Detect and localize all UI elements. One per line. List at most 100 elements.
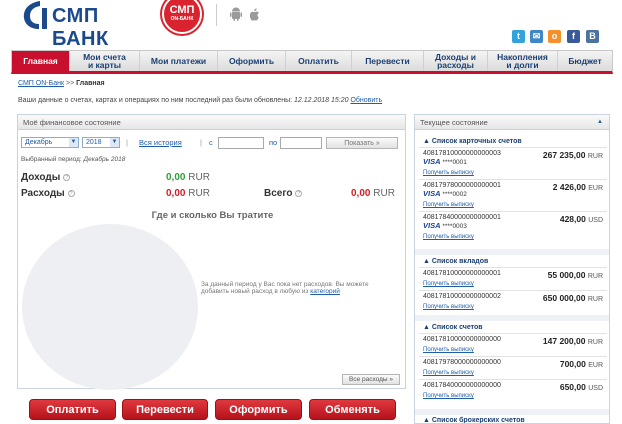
nav-savings-debts[interactable]: Накопления и долги [488,51,558,71]
mail-icon[interactable]: ✉ [530,30,543,43]
odnoklassniki-icon[interactable]: о [548,30,561,43]
bank-logo[interactable]: СМП БАНК [22,0,142,50]
deposits-section: ▲ Список вкладов 40817810000000000001 55… [419,256,607,313]
list-item: 40817810000000000001 55 000,00 RUR Получ… [419,267,607,290]
list-item: 40817840000000000001 428,00 USD VISA ***… [419,211,607,243]
nav-transfer[interactable]: Перевести [352,51,424,71]
breadcrumb-current: Главная [76,80,105,87]
date-from-label: с [209,138,213,147]
section-divider [415,249,609,255]
visa-icon: VISA [423,157,441,166]
help-icon[interactable]: ? [63,174,71,181]
date-to-input[interactable] [280,137,322,149]
income-label: Доходы ? [21,172,71,183]
twitter-icon[interactable]: t [512,30,525,43]
transfer-button[interactable]: Перевести [122,399,208,420]
chevron-down-icon: ▼ [69,138,78,147]
month-value: Декабрь [25,139,53,146]
nav-accounts-cards[interactable]: Мои счета и карты [70,51,140,71]
breadcrumb: СМП ON-Банк >> Главная [18,80,105,87]
card-mask: ****0003 [442,223,467,230]
financial-state-title: Моё финансовое состояние [18,115,405,130]
expenses-pie-chart [22,224,198,390]
filter-divider: | [126,138,128,147]
deposits-toggle[interactable]: ▲ Список вкладов [419,256,607,267]
bank-name: СМП БАНК [52,5,109,50]
nav-my-payments[interactable]: Мои платежи [140,51,218,71]
year-value: 2018 [86,139,102,146]
get-statement-link[interactable]: Получить выписку [423,347,474,353]
refresh-link[interactable]: Обновить [350,97,382,104]
financial-state-panel: Моё финансовое состояние Декабрь ▼ 2018 … [17,114,406,390]
expense-label-text: Расходы [21,188,65,199]
list-item: 40817810000000000003 267 235,00 RUR VISA… [419,147,607,179]
total-amount: 0,00 RUR [351,188,395,199]
account-balance: 147 200,00 RUR [542,336,603,346]
seal-subtitle: ON-БАНК [170,16,194,22]
current-state-panel: Текущее состояние ▲ ▲ Список карточных с… [414,114,610,424]
get-statement-link[interactable]: Получить выписку [423,170,474,176]
android-icon[interactable] [228,6,244,22]
nav-apply[interactable]: Оформить [218,51,286,71]
list-item: 40817978000000000001 2 426,00 EUR VISA *… [419,179,607,211]
nav-home[interactable]: Главная [12,51,70,71]
income-value: 0,00 [166,172,186,183]
main-nav: Главная Мои счета и карты Мои платежи Оф… [11,50,613,74]
header: СМП БАНК СМП ON-БАНК t ✉ о f В [0,0,622,50]
help-icon[interactable]: ? [67,190,75,197]
get-statement-link[interactable]: Получить выписку [423,281,474,287]
categories-link[interactable]: категорий [310,288,340,295]
apply-button[interactable]: Оформить [215,399,302,420]
chevron-down-icon: ▼ [110,138,119,147]
bank-logo-mark [23,1,47,29]
collapse-icon[interactable]: ▲ [597,115,603,130]
income-currency: RUR [188,172,210,183]
pay-button[interactable]: Оплатить [29,399,116,420]
nav-income-expenses[interactable]: Доходы и расходы [424,51,488,71]
no-expenses-text: За данный период у Вас пока нет расходов… [201,281,369,295]
account-balance: 650,00 USD [559,382,603,392]
current-state-title: Текущее состояние [420,118,488,127]
list-item: 40817840000000000000 650,00 USD Получить… [419,379,607,402]
exchange-button[interactable]: Обменять [309,399,396,420]
card-accounts-toggle[interactable]: ▲ Список карточных счетов [419,136,607,147]
updated-date: 12.12.2018 15:20 [294,97,349,104]
all-expenses-button[interactable]: Все расходы » [342,374,400,385]
help-icon[interactable]: ? [295,190,303,197]
nav-pay[interactable]: Оплатить [286,51,352,71]
full-history-link[interactable]: Вся история [139,138,182,147]
account-balance: 700,00 EUR [559,359,603,369]
brokerage-toggle[interactable]: ▲ Список брокерских счетов [419,415,607,423]
account-balance: 650 000,00 RUR [542,293,603,303]
expense-currency: RUR [188,188,210,199]
get-statement-link[interactable]: Получить выписку [423,234,474,240]
account-balance: 428,00 USD [559,214,603,224]
no-expenses-note: За данный период у Вас пока нет расходов… [201,281,371,295]
header-divider [216,4,217,26]
accounts-toggle[interactable]: ▲ Список счетов [419,322,607,333]
expense-amount: 0,00 RUR [166,188,210,199]
date-from-input[interactable] [218,137,264,149]
show-button[interactable]: Показать » [326,137,398,149]
get-statement-link[interactable]: Получить выписку [423,304,474,310]
on-bank-seal: СМП ON-БАНК [162,0,202,34]
month-select[interactable]: Декабрь ▼ [21,137,79,148]
brokerage-section: ▲ Список брокерских счетов [419,415,607,423]
breadcrumb-link-home[interactable]: СМП ON-Банк [18,80,64,87]
vk-icon[interactable]: В [586,30,599,43]
get-statement-link[interactable]: Получить выписку [423,393,474,399]
account-balance: 267 235,00 RUR [542,150,603,160]
income-label-text: Доходы [21,172,61,183]
account-balance: 2 426,00 EUR [552,182,603,192]
facebook-icon[interactable]: f [567,30,580,43]
get-statement-link[interactable]: Получить выписку [423,202,474,208]
year-select[interactable]: 2018 ▼ [82,137,120,148]
period-value: Декабрь 2018 [83,156,126,163]
nav-budget[interactable]: Бюджет [558,51,612,71]
apple-icon[interactable] [246,6,262,22]
data-updated-note: Ваши данные о счетах, картах и операциях… [18,97,382,104]
date-to-label: по [269,138,278,147]
card-mask: ****0001 [442,159,467,166]
get-statement-link[interactable]: Получить выписку [423,370,474,376]
current-state-header: Текущее состояние ▲ [415,115,609,130]
